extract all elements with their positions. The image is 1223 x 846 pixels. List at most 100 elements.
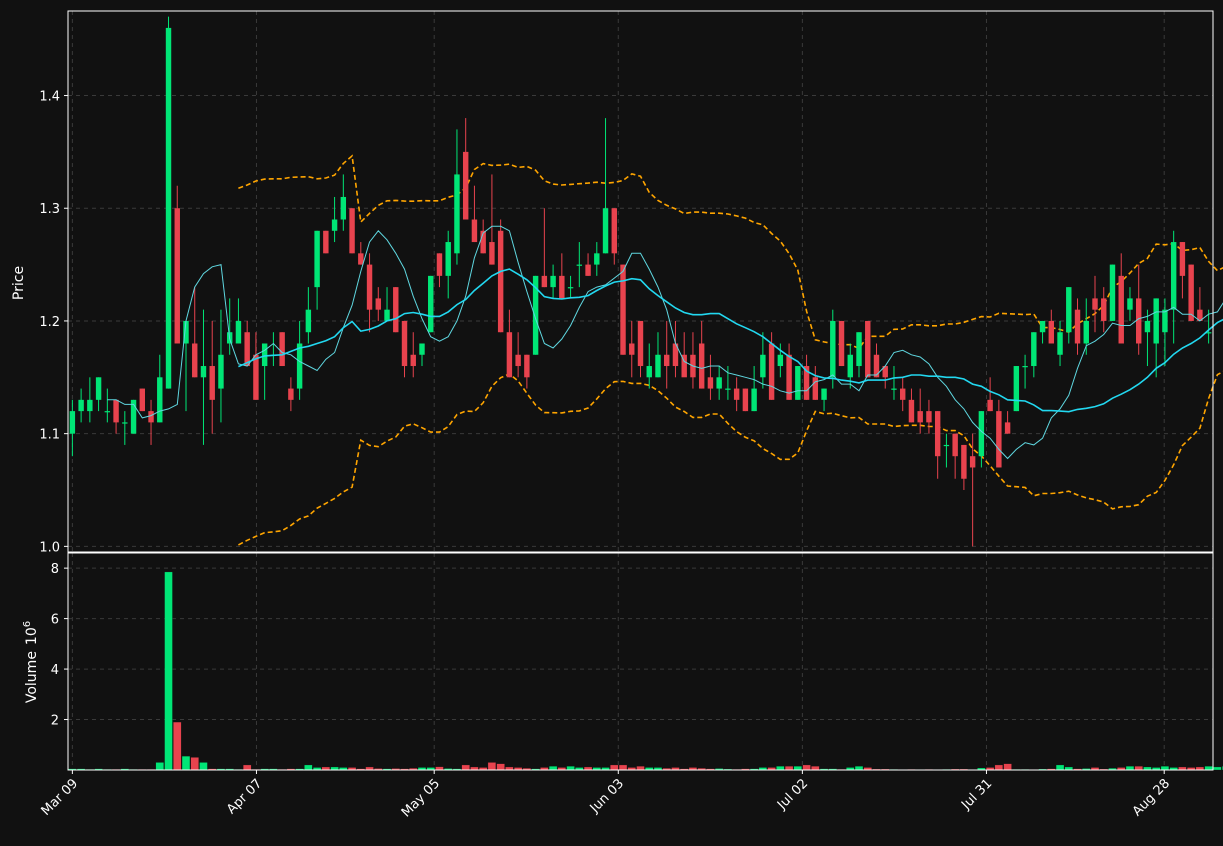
x-tick-label: May 05 [399, 776, 443, 820]
candle-down [961, 444, 967, 479]
bollinger-lower-band [238, 370, 1223, 546]
candle-up [165, 27, 172, 389]
candle-down [489, 242, 495, 265]
volume-bar [243, 764, 252, 771]
volume-bar [461, 764, 470, 771]
volume-bar [802, 764, 811, 771]
candle-up [891, 388, 897, 390]
candle-up [550, 275, 556, 288]
sma-5-line [107, 225, 1223, 460]
volume-bar [190, 757, 199, 771]
candle-down [1048, 320, 1055, 344]
candle-down [952, 433, 958, 457]
candle-up [445, 242, 451, 276]
candle-down [506, 332, 513, 378]
candle-down [288, 388, 294, 400]
candle-up [218, 354, 224, 389]
candle-down [1179, 242, 1186, 276]
price-tick-label: 1.4 [39, 90, 60, 105]
candle-down [174, 208, 180, 344]
x-tick-label: Mar 09 [39, 776, 82, 819]
volume-bar [1160, 766, 1170, 771]
candle-down [585, 264, 591, 276]
candle-up [1127, 298, 1133, 310]
volume-bar [566, 766, 575, 771]
candle-down [139, 388, 146, 412]
volume-tick-label: 2 [51, 714, 59, 729]
candle-down [462, 151, 469, 220]
axes-frames [67, 10, 1214, 771]
candle-down [497, 230, 504, 333]
candle-up [200, 366, 207, 378]
candle-up [576, 264, 583, 266]
volume-bar [181, 755, 191, 771]
candle-down [1074, 309, 1081, 344]
volume-bar [854, 766, 864, 771]
candle-up [87, 399, 93, 412]
candle-down [1118, 275, 1124, 344]
candle-up [760, 354, 766, 378]
x-tick-label: Jul 31 [958, 776, 995, 813]
candle-down [969, 456, 976, 468]
candle-up [122, 422, 128, 424]
volume-bar [1003, 763, 1012, 771]
candle-down [707, 377, 714, 389]
volume-tick-label: 8 [51, 562, 59, 577]
volume-bar [199, 762, 208, 771]
candlestick-chart: 1.0 1.1 1.2 1.3 1.4 Mar 09 Apr 07 May 05 Jun 03 J… [0, 0, 1223, 842]
candle-down [524, 354, 530, 378]
candle-up [384, 309, 390, 321]
candle-down [629, 343, 635, 355]
volume-panel-frame [67, 552, 1214, 771]
candle-up [856, 332, 862, 367]
candle-down [987, 399, 993, 412]
candle-down [620, 264, 626, 355]
candle-down [698, 343, 705, 389]
candle-up [305, 309, 312, 333]
volume-axis-label-text: Volume [24, 651, 40, 703]
volume-bar [811, 766, 820, 771]
candle-up [69, 411, 76, 434]
candle-up [795, 366, 801, 400]
price-grid [68, 11, 1213, 552]
candle-up [821, 388, 827, 400]
candle-up [235, 320, 242, 344]
axis-labels: Price Volume 106 [11, 266, 40, 703]
candle-down [393, 287, 399, 333]
volume-bar [304, 764, 313, 771]
volume-grid [68, 553, 1213, 770]
candle-up [104, 411, 111, 413]
price-axis-label: Price [11, 266, 27, 300]
candle-down [900, 388, 906, 400]
candle-down [664, 354, 670, 367]
volume-bar [548, 766, 558, 771]
volume-axis-label: Volume 106 [22, 621, 40, 703]
volume-bar [1125, 766, 1135, 771]
candle-up [725, 388, 731, 390]
candle-up [1066, 287, 1072, 333]
volume-bar [1055, 764, 1065, 771]
volume-bar [496, 763, 505, 771]
volume-bar [784, 766, 794, 771]
price-tick-label: 1.2 [39, 315, 60, 330]
candle-up [830, 320, 836, 378]
candle-up [261, 343, 268, 367]
volume-axis-label-exponent: 6 [22, 621, 33, 627]
x-tick-label: Apr 07 [224, 776, 265, 817]
candle-down [926, 411, 932, 423]
candle-up [1013, 366, 1020, 412]
candle-up [655, 354, 661, 378]
candle-down [401, 320, 408, 367]
candle-up [296, 343, 303, 389]
candle-down [1004, 422, 1011, 434]
candle-up [428, 275, 434, 333]
candle-up [1109, 264, 1116, 321]
candle-up [602, 208, 609, 254]
candle-down [865, 320, 871, 378]
candle-down [1135, 298, 1142, 344]
candle-up [594, 253, 600, 265]
candle-down [375, 298, 381, 310]
candle-down [515, 354, 521, 367]
candle-down [410, 354, 416, 367]
price-tick-label: 1.1 [39, 428, 60, 443]
